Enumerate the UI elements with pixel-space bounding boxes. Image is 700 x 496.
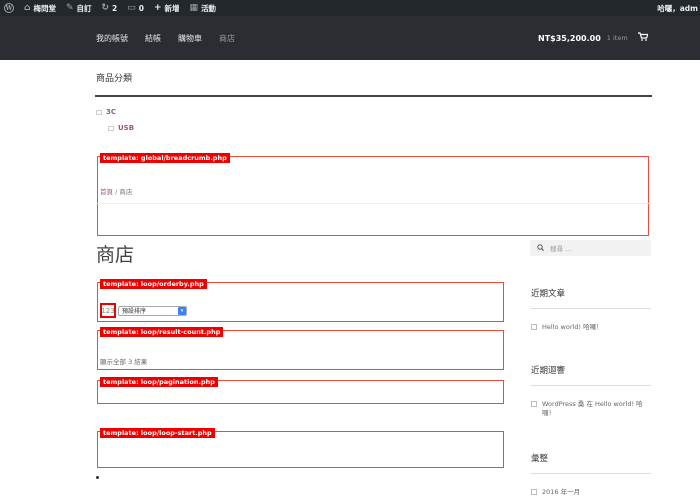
site-name-label: 梅問堂 bbox=[33, 3, 56, 13]
customize-label: 自訂 bbox=[76, 3, 92, 13]
document-icon bbox=[531, 324, 537, 330]
archives-title: 彙整 bbox=[531, 454, 549, 464]
template-label: template: loop/result-count.php bbox=[100, 327, 224, 337]
sort-selected-value: 預設排序 bbox=[122, 308, 147, 315]
archive-item[interactable]: 2016 年一月 bbox=[531, 488, 580, 496]
divider bbox=[530, 385, 651, 386]
home-icon: ⌂ bbox=[24, 3, 31, 13]
wordpress-logo-icon[interactable]: W bbox=[4, 3, 14, 13]
category-item-usb[interactable]: USB bbox=[108, 124, 134, 132]
cart-count: 1 item bbox=[606, 34, 628, 42]
plus-icon: + bbox=[154, 3, 162, 13]
brush-icon: ✎ bbox=[65, 3, 74, 13]
category-item-3c[interactable]: 3C bbox=[96, 108, 116, 116]
divider bbox=[96, 203, 649, 204]
sidebar-search-field[interactable]: 搜尋 ... bbox=[530, 240, 651, 256]
updates-icon: ↻ bbox=[101, 3, 110, 13]
breadcrumb-home-link[interactable]: 首頁 bbox=[100, 188, 113, 196]
template-box-pagination: template: loop/pagination.php bbox=[97, 377, 504, 404]
search-icon bbox=[537, 243, 544, 253]
template-label: template: loop/pagination.php bbox=[100, 377, 218, 387]
template-label: template: loop/loop-start.php bbox=[100, 428, 215, 438]
new-label: 新增 bbox=[164, 3, 180, 13]
template-box-result-count: template: loop/result-count.php bbox=[97, 327, 504, 370]
recent-posts-title: 近期文章 bbox=[531, 289, 566, 299]
archive-link: 2016 年一月 bbox=[542, 488, 581, 496]
folder-icon bbox=[108, 125, 114, 131]
category-label: USB bbox=[118, 124, 135, 132]
site-header: 我的帳號 結帳 購物車 商店 NT$35,200.00 1 item bbox=[0, 16, 700, 60]
category-label: 3C bbox=[106, 108, 117, 116]
page-title: 商店 bbox=[96, 244, 135, 266]
search-placeholder: 搜尋 ... bbox=[550, 245, 572, 253]
template-label: template: loop/orderby.php bbox=[100, 279, 207, 289]
nav-my-account[interactable]: 我的帳號 bbox=[96, 33, 128, 44]
template-box-loop-start: template: loop/loop-start.php bbox=[97, 428, 504, 468]
breadcrumb-current: 商店 bbox=[119, 188, 133, 196]
chevron-down-icon: ▾ bbox=[178, 306, 186, 315]
admin-customize[interactable]: ✎ 自訂 bbox=[66, 3, 92, 14]
breadcrumb: 首頁 / 商店 bbox=[100, 186, 132, 196]
recent-post-link: Hello world! 哈囉！ bbox=[542, 323, 603, 331]
nav-checkout[interactable]: 結帳 bbox=[145, 33, 161, 44]
list-bullet bbox=[96, 476, 99, 479]
template-label: template: global/breadcrumb.php bbox=[100, 153, 230, 163]
recent-comment-text: WordPress 桑 在 Hello world! 哈囉！ bbox=[542, 400, 643, 417]
comment-icon bbox=[531, 401, 537, 407]
folder-icon bbox=[531, 489, 537, 495]
folder-icon bbox=[96, 109, 102, 115]
events-label: 活動 bbox=[201, 3, 217, 13]
result-count: 顯示全部 3 結果 bbox=[100, 358, 148, 366]
comment-icon: ▭ bbox=[127, 3, 136, 13]
admin-events[interactable]: ▦ 活動 bbox=[190, 3, 217, 14]
comments-count: 0 bbox=[138, 3, 144, 13]
page-number-input[interactable]: 123 bbox=[100, 303, 116, 318]
main-navigation: 我的帳號 結帳 購物車 商店 bbox=[96, 16, 252, 60]
sort-select[interactable]: 預設排序 ▾ bbox=[118, 305, 187, 316]
admin-bar: W ⌂ 梅問堂 ✎ 自訂 ↻ 2 ▭ 0 + 新增 ▦ 活動 哈囉，adm bbox=[0, 0, 700, 16]
header-cart[interactable]: NT$35,200.00 1 item bbox=[538, 16, 649, 60]
svg-text:W: W bbox=[5, 5, 13, 12]
cart-amount: NT$35,200.00 bbox=[538, 33, 601, 43]
cart-icon bbox=[637, 32, 649, 44]
admin-site-name[interactable]: ⌂ 梅問堂 bbox=[24, 3, 56, 14]
category-widget-title: 商品分類 bbox=[96, 74, 133, 84]
calendar-icon: ▦ bbox=[189, 3, 199, 13]
admin-updates[interactable]: ↻ 2 bbox=[102, 3, 118, 13]
admin-new[interactable]: + 新增 bbox=[154, 3, 180, 14]
admin-account[interactable]: 哈囉，adm bbox=[657, 3, 698, 14]
divider bbox=[530, 308, 651, 309]
recent-post-item[interactable]: Hello world! 哈囉！ bbox=[531, 323, 603, 332]
sort-row: 123 預設排序 ▾ bbox=[100, 303, 187, 318]
admin-comments[interactable]: ▭ 0 bbox=[127, 3, 144, 13]
recent-comments-title: 近期迴響 bbox=[531, 366, 566, 376]
template-box-breadcrumb: template: global/breadcrumb.php bbox=[97, 153, 649, 236]
recent-comment-item[interactable]: WordPress 桑 在 Hello world! 哈囉！ bbox=[531, 400, 651, 418]
nav-cart[interactable]: 購物車 bbox=[178, 33, 202, 44]
divider bbox=[530, 473, 651, 474]
updates-count: 2 bbox=[112, 3, 118, 13]
nav-shop[interactable]: 商店 bbox=[219, 33, 235, 44]
divider bbox=[95, 95, 652, 97]
